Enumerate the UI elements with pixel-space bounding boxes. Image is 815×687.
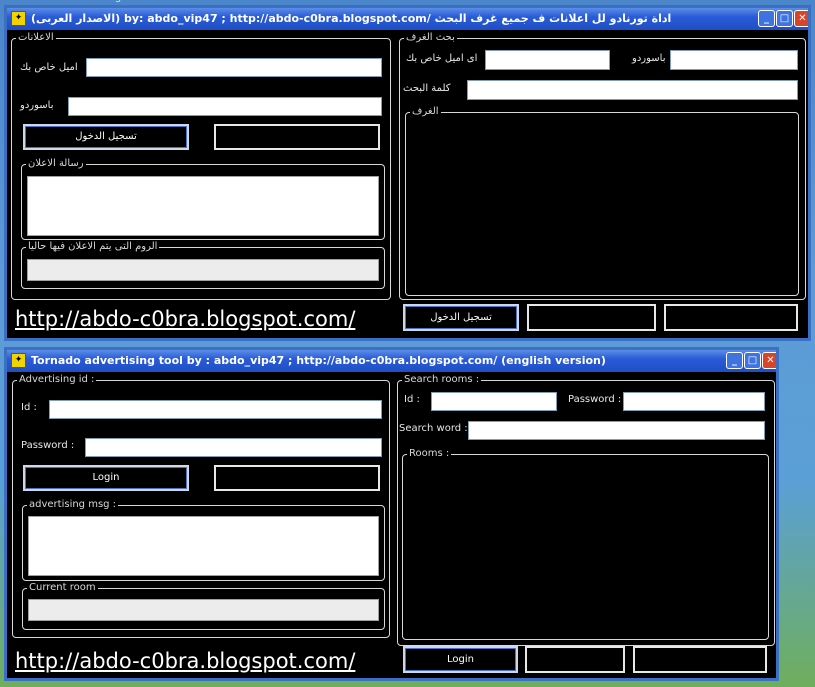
rooms-group-label: الغرف bbox=[410, 105, 441, 119]
rooms-status-button-1[interactable] bbox=[525, 646, 625, 673]
email-label: اميل خاص بك bbox=[20, 62, 78, 73]
search-password-label: باسوردو bbox=[632, 53, 666, 64]
login-button[interactable]: Login bbox=[23, 465, 189, 491]
blog-link[interactable]: http://abdo-c0bra.blogspot.com/ bbox=[15, 649, 355, 673]
login-button[interactable]: تسجيل الدخول bbox=[23, 124, 189, 150]
rooms-group-label: Rooms : bbox=[407, 447, 452, 461]
password-input[interactable] bbox=[85, 438, 382, 457]
search-rooms-group-label: بحث الغرف bbox=[404, 31, 457, 45]
message-textarea[interactable] bbox=[27, 176, 379, 236]
blog-link[interactable]: http://abdo-c0bra.blogspot.com/ bbox=[15, 307, 355, 331]
rooms-login-button[interactable]: Login bbox=[403, 646, 518, 673]
search-password-input[interactable] bbox=[670, 50, 798, 70]
english-window: ✦ Tornado advertising tool by : abdo_vip… bbox=[4, 347, 779, 681]
advertising-group-label: Advertising id : bbox=[17, 373, 97, 387]
search-password-input[interactable] bbox=[623, 392, 765, 411]
search-id-input[interactable] bbox=[431, 392, 557, 411]
message-textarea[interactable] bbox=[28, 516, 379, 576]
arabic-window-title: (الاصدار العربى) by: abdo_vip47 ; http:/… bbox=[31, 12, 672, 25]
close-icon[interactable]: ✕ bbox=[762, 352, 776, 369]
password-label: Password : bbox=[21, 440, 75, 451]
current-room-field bbox=[28, 599, 379, 621]
id-label: Id : bbox=[21, 402, 37, 413]
app-icon: ✦ bbox=[11, 353, 26, 368]
rooms-status-button-2[interactable] bbox=[664, 304, 798, 331]
id-input[interactable] bbox=[49, 400, 382, 419]
close-icon[interactable]: ✕ bbox=[794, 10, 808, 27]
current-room-field bbox=[27, 259, 379, 281]
arabic-window: ✦ (الاصدار العربى) by: abdo_vip47 ; http… bbox=[4, 5, 811, 341]
current-room-group-label: Current room bbox=[27, 581, 98, 595]
rooms-list[interactable] bbox=[406, 462, 765, 636]
search-word-input[interactable] bbox=[468, 421, 765, 440]
english-window-title: Tornado advertising tool by : abdo_vip47… bbox=[31, 354, 606, 367]
search-id-label: Id : bbox=[404, 394, 420, 405]
advertising-group-label: الاعلانات bbox=[16, 31, 56, 45]
rooms-login-button[interactable]: تسجيل الدخول bbox=[403, 304, 519, 331]
password-input[interactable] bbox=[68, 97, 382, 116]
maximize-icon[interactable]: □ bbox=[776, 10, 793, 27]
background-window-text: login bbox=[106, 0, 130, 3]
message-group-label: advertising msg : bbox=[27, 498, 119, 512]
rooms-status-button-2[interactable] bbox=[633, 646, 767, 673]
search-email-label: اى اميل خاص بك bbox=[406, 53, 478, 64]
maximize-icon[interactable]: □ bbox=[744, 352, 761, 369]
rooms-list[interactable] bbox=[409, 120, 795, 292]
email-input[interactable] bbox=[86, 58, 382, 77]
app-icon: ✦ bbox=[11, 11, 26, 26]
search-word-label: Search word : bbox=[399, 423, 468, 434]
rooms-status-button-1[interactable] bbox=[527, 304, 656, 331]
english-titlebar[interactable]: ✦ Tornado advertising tool by : abdo_vip… bbox=[7, 350, 776, 372]
search-word-input[interactable] bbox=[467, 80, 798, 100]
search-rooms-group-label: Search rooms : bbox=[402, 373, 482, 387]
status-button[interactable] bbox=[214, 465, 380, 491]
minimize-icon[interactable]: _ bbox=[726, 352, 743, 369]
message-group-label: رسالة الاعلان bbox=[26, 157, 86, 171]
search-email-input[interactable] bbox=[485, 50, 610, 70]
current-room-group-label: الروم التى يتم الاعلان فيها حاليا bbox=[26, 240, 160, 254]
password-label: باسوردو bbox=[20, 100, 54, 111]
minimize-icon[interactable]: _ bbox=[758, 10, 775, 27]
arabic-titlebar[interactable]: ✦ (الاصدار العربى) by: abdo_vip47 ; http… bbox=[7, 8, 808, 30]
status-button[interactable] bbox=[214, 124, 380, 150]
search-word-label: كلمة البحث bbox=[403, 83, 451, 94]
search-password-label: Password : bbox=[568, 394, 622, 405]
